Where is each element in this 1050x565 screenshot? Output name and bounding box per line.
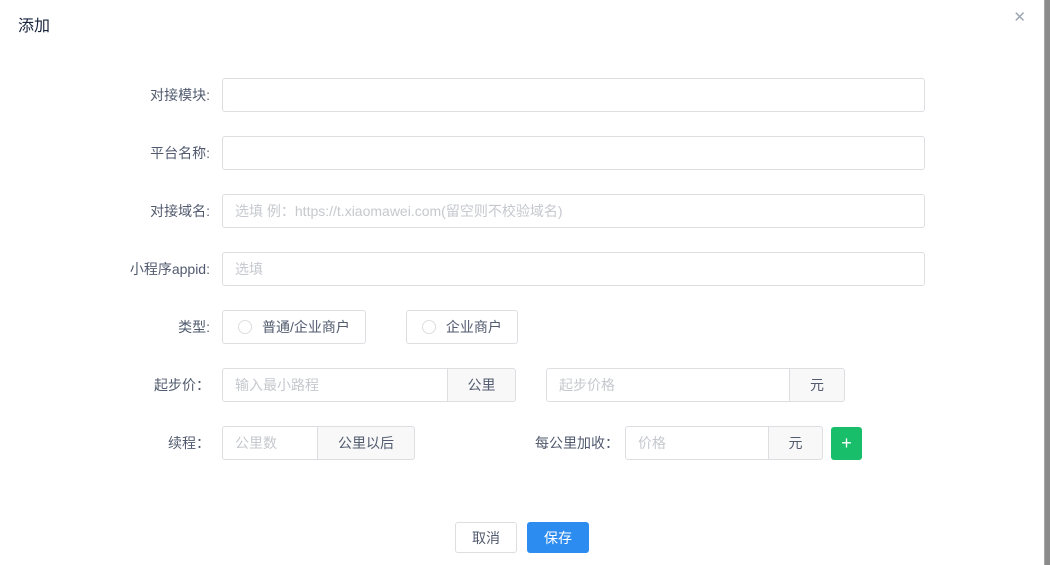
field-row-domain: 对接域名:	[0, 194, 1044, 228]
field-row-appid: 小程序appid:	[0, 252, 1044, 286]
per-km-price-group: 元	[625, 426, 823, 460]
add-form: 对接模块: 平台名称: 对接域名: 小程序appid: 类型: 普通/企业商户	[0, 78, 1044, 484]
field-row-module: 对接模块:	[0, 78, 1044, 112]
base-price-group: 元	[546, 368, 845, 402]
platform-name-input[interactable]	[222, 136, 925, 170]
kilometer-unit-addon: 公里	[448, 368, 516, 402]
type-label: 类型:	[0, 310, 210, 344]
domain-input[interactable]	[222, 194, 925, 228]
platform-name-label: 平台名称:	[0, 136, 210, 170]
dialog-footer: 取消 保存	[0, 522, 1044, 553]
radio-option-label: 企业商户	[446, 317, 502, 337]
radio-option-label: 普通/企业商户	[262, 317, 350, 337]
vertical-scrollbar[interactable]	[1044, 0, 1050, 565]
field-row-continuation: 续程： 公里以后 每公里加收： 元 +	[0, 426, 1044, 460]
field-row-platform: 平台名称:	[0, 136, 1044, 170]
radio-circle-icon[interactable]	[422, 320, 436, 334]
field-row-base-price: 起步价： 公里 元	[0, 368, 1044, 402]
cancel-button[interactable]: 取消	[455, 522, 517, 553]
page-title: 添加	[18, 12, 50, 36]
continuation-label: 续程：	[0, 426, 210, 460]
per-km-surcharge-label: 每公里加收：	[535, 426, 619, 460]
continuation-km-input[interactable]	[222, 426, 318, 460]
appid-input[interactable]	[222, 252, 925, 286]
yuan-unit-addon: 元	[790, 368, 845, 402]
appid-label: 小程序appid:	[0, 252, 210, 286]
km-after-unit-addon: 公里以后	[318, 426, 415, 460]
add-tier-button[interactable]: +	[831, 427, 862, 460]
plus-icon: +	[841, 434, 852, 452]
min-distance-group: 公里	[222, 368, 516, 402]
yuan-unit-addon: 元	[769, 426, 823, 460]
module-input[interactable]	[222, 78, 925, 112]
close-icon[interactable]: ✕	[1013, 10, 1026, 25]
base-price-label: 起步价：	[0, 368, 210, 402]
module-label: 对接模块:	[0, 78, 210, 112]
base-price-input[interactable]	[546, 368, 790, 402]
radio-option-enterprise-merchant[interactable]: 企业商户	[406, 310, 518, 344]
min-distance-input[interactable]	[222, 368, 448, 402]
radio-circle-icon[interactable]	[238, 320, 252, 334]
domain-label: 对接域名:	[0, 194, 210, 228]
radio-option-normal-merchant[interactable]: 普通/企业商户	[222, 310, 366, 344]
field-row-type: 类型: 普通/企业商户 企业商户	[0, 310, 1044, 344]
per-km-price-input[interactable]	[625, 426, 769, 460]
continuation-km-group: 公里以后	[222, 426, 415, 460]
save-button[interactable]: 保存	[527, 522, 589, 553]
